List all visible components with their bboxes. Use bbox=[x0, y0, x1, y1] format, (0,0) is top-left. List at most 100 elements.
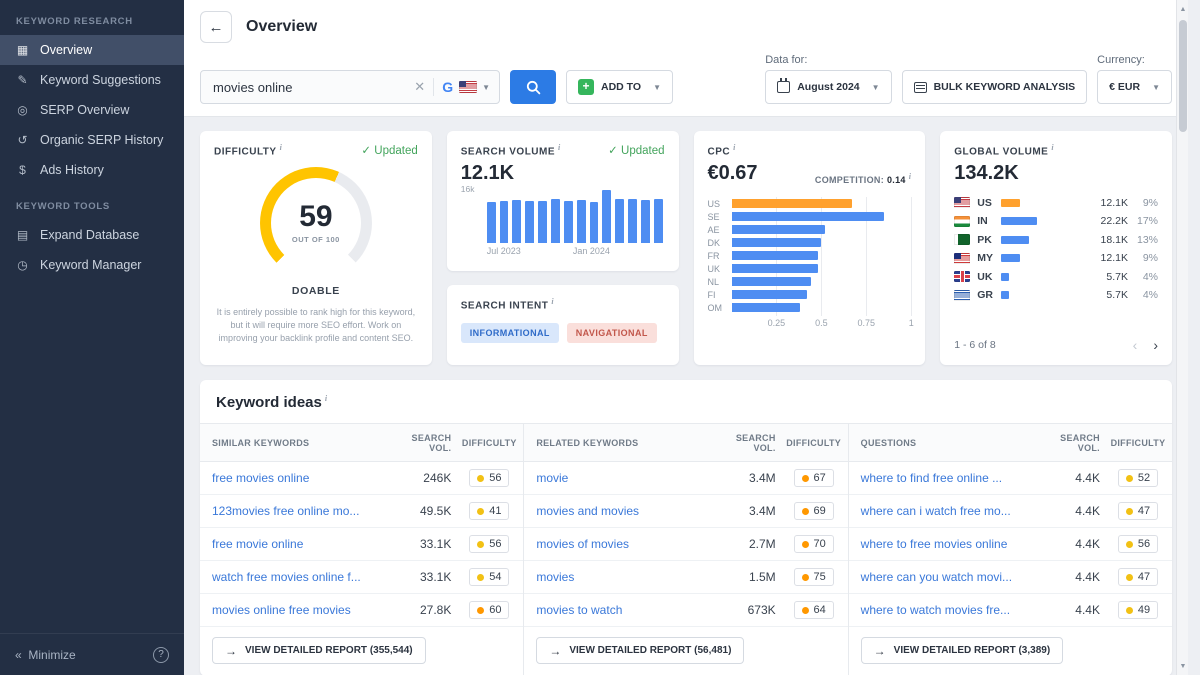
sidebar-item-label: Overview bbox=[40, 43, 92, 57]
difficulty-cell: 69 bbox=[780, 502, 848, 520]
clear-icon[interactable]: ✕ bbox=[414, 79, 425, 95]
keyword-link[interactable]: where can you watch movi... bbox=[849, 570, 1046, 584]
add-to-button[interactable]: + ADD TO ▼ bbox=[566, 70, 673, 104]
column-header-difficulty: DIFFICULTY bbox=[1104, 438, 1172, 448]
info-icon[interactable]: i bbox=[909, 172, 912, 181]
view-detailed-report-button[interactable]: →VIEW DETAILED REPORT (3,389) bbox=[861, 637, 1064, 664]
difficulty-dot-icon bbox=[477, 508, 484, 515]
keyword-link[interactable]: where to free movies online bbox=[849, 537, 1046, 551]
difficulty-dot-icon bbox=[1126, 607, 1133, 614]
cpc-bar bbox=[732, 238, 822, 247]
back-button[interactable]: ← bbox=[200, 11, 232, 43]
currency-dropdown[interactable]: € EUR ▼ bbox=[1097, 70, 1172, 104]
report-label: VIEW DETAILED REPORT (3,389) bbox=[894, 645, 1051, 656]
difficulty-cell: 47 bbox=[1104, 568, 1172, 586]
difficulty-value: 56 bbox=[489, 538, 501, 550]
scrollbar-thumb[interactable] bbox=[1179, 20, 1187, 132]
minimize-control[interactable]: « Minimize bbox=[15, 648, 76, 662]
sidebar-item-label: Expand Database bbox=[40, 228, 139, 242]
country-volume-value: 12.1K bbox=[1101, 252, 1128, 264]
target-icon: ◎ bbox=[15, 103, 30, 117]
chevron-down-icon[interactable]: ▼ bbox=[482, 83, 490, 92]
difficulty-updated-badge: ✓ Updated bbox=[361, 143, 417, 157]
country-volume-percent: 4% bbox=[1128, 289, 1158, 301]
search-volume-cell: 4.4K bbox=[1046, 603, 1104, 617]
country-volume-value: 12.1K bbox=[1101, 197, 1128, 209]
info-icon[interactable]: i bbox=[325, 394, 327, 403]
view-detailed-report-button[interactable]: →VIEW DETAILED REPORT (56,481) bbox=[536, 637, 744, 664]
info-icon[interactable]: i bbox=[1051, 143, 1054, 152]
info-icon[interactable]: i bbox=[733, 143, 736, 152]
pk-flag-icon bbox=[954, 234, 970, 245]
cpc-bar-row bbox=[732, 288, 912, 301]
global-volume-title: GLOBAL VOLUMEi bbox=[954, 143, 1054, 157]
keyword-link[interactable]: where to watch movies fre... bbox=[849, 603, 1046, 617]
difficulty-badge: 56 bbox=[1118, 535, 1158, 553]
search-volume-cell: 3.4M bbox=[722, 471, 780, 485]
country-code: IN bbox=[977, 215, 1001, 227]
page-title: Overview bbox=[246, 18, 317, 36]
us-flag-icon[interactable] bbox=[459, 81, 477, 93]
search-volume-title: SEARCH VOLUMEi bbox=[461, 143, 561, 157]
keyword-link[interactable]: movies of movies bbox=[524, 537, 721, 551]
keyword-link[interactable]: free movies online bbox=[200, 471, 397, 485]
difficulty-cell: 54 bbox=[455, 568, 523, 586]
sidebar-item-keyword-suggestions[interactable]: ✎ Keyword Suggestions bbox=[0, 65, 184, 95]
search-volume-cell: 27.8K bbox=[397, 603, 455, 617]
keyword-link[interactable]: movies to watch bbox=[524, 603, 721, 617]
volume-bar bbox=[654, 199, 663, 243]
scrollbar[interactable]: ▲ ▼ bbox=[1176, 0, 1188, 675]
volume-bar bbox=[487, 202, 496, 243]
keyword-link[interactable]: free movie online bbox=[200, 537, 397, 551]
search-input[interactable] bbox=[213, 80, 410, 95]
sidebar-item-ads-history[interactable]: $ Ads History bbox=[0, 155, 184, 185]
global-volume-rows: US12.1K9%IN22.2K17%PK18.1K13%MY12.1K9%UK… bbox=[954, 193, 1158, 304]
keyword-link[interactable]: where can i watch free mo... bbox=[849, 504, 1046, 518]
scroll-down-icon[interactable]: ▼ bbox=[1177, 659, 1189, 673]
keyword-link[interactable]: 123movies free online mo... bbox=[200, 504, 397, 518]
sidebar-item-keyword-manager[interactable]: ◷ Keyword Manager bbox=[0, 250, 184, 280]
difficulty-value: 41 bbox=[489, 505, 501, 517]
country-volume-bar bbox=[1001, 254, 1020, 262]
info-icon[interactable]: i bbox=[551, 297, 554, 306]
gr-flag-icon bbox=[954, 290, 970, 301]
help-icon[interactable]: ? bbox=[153, 647, 169, 663]
keyword-link[interactable]: movie bbox=[524, 471, 721, 485]
sidebar-item-overview[interactable]: ▦ Overview bbox=[0, 35, 184, 65]
add-to-label: ADD TO bbox=[601, 81, 641, 93]
difficulty-gauge: 59 OUT OF 100 bbox=[260, 167, 372, 279]
keyword-link[interactable]: movies and movies bbox=[524, 504, 721, 518]
country-volume-percent: 17% bbox=[1128, 215, 1158, 227]
sidebar-item-organic-serp-history[interactable]: ↺ Organic SERP History bbox=[0, 125, 184, 155]
search-button[interactable] bbox=[510, 70, 556, 104]
keyword-link[interactable]: watch free movies online f... bbox=[200, 570, 397, 584]
pagination-next-icon[interactable]: › bbox=[1153, 337, 1158, 353]
bulk-keyword-analysis-button[interactable]: BULK KEYWORD ANALYSIS bbox=[902, 70, 1088, 104]
chevron-down-icon: ▼ bbox=[653, 83, 661, 92]
cpc-bars bbox=[732, 197, 912, 314]
country-volume-row: MY12.1K9% bbox=[954, 249, 1158, 268]
keyword-link[interactable]: movies bbox=[524, 570, 721, 584]
search-volume-cell: 33.1K bbox=[397, 537, 455, 551]
info-icon[interactable]: i bbox=[280, 143, 283, 152]
keyword-link[interactable]: where to find free online ... bbox=[849, 471, 1046, 485]
info-icon[interactable]: i bbox=[558, 143, 561, 152]
difficulty-badge: 67 bbox=[794, 469, 834, 487]
difficulty-cell: 67 bbox=[780, 469, 848, 487]
sidebar-item-expand-database[interactable]: ▤ Expand Database bbox=[0, 220, 184, 250]
volume-intent-column: SEARCH VOLUMEi ✓ Updated 12.1K 16k Jul 2… bbox=[447, 131, 679, 365]
difficulty-badge: 47 bbox=[1118, 502, 1158, 520]
cpc-bar bbox=[732, 303, 800, 312]
column-header-keywords: QUESTIONS bbox=[849, 438, 1046, 448]
view-detailed-report-button[interactable]: →VIEW DETAILED REPORT (355,544) bbox=[212, 637, 426, 664]
pagination-prev-icon[interactable]: ‹ bbox=[1133, 337, 1138, 353]
keyword-link[interactable]: movies online free movies bbox=[200, 603, 397, 617]
country-volume-value: 5.7K bbox=[1106, 271, 1128, 283]
sidebar-item-serp-overview[interactable]: ◎ SERP Overview bbox=[0, 95, 184, 125]
date-range-dropdown[interactable]: August 2024 ▼ bbox=[765, 70, 891, 104]
scroll-up-icon[interactable]: ▲ bbox=[1177, 2, 1189, 16]
table-row: free movies online246K56 bbox=[200, 462, 523, 495]
search-volume-cell: 4.4K bbox=[1046, 537, 1104, 551]
currency-label: Currency: bbox=[1097, 54, 1172, 66]
search-volume-cell: 49.5K bbox=[397, 504, 455, 518]
